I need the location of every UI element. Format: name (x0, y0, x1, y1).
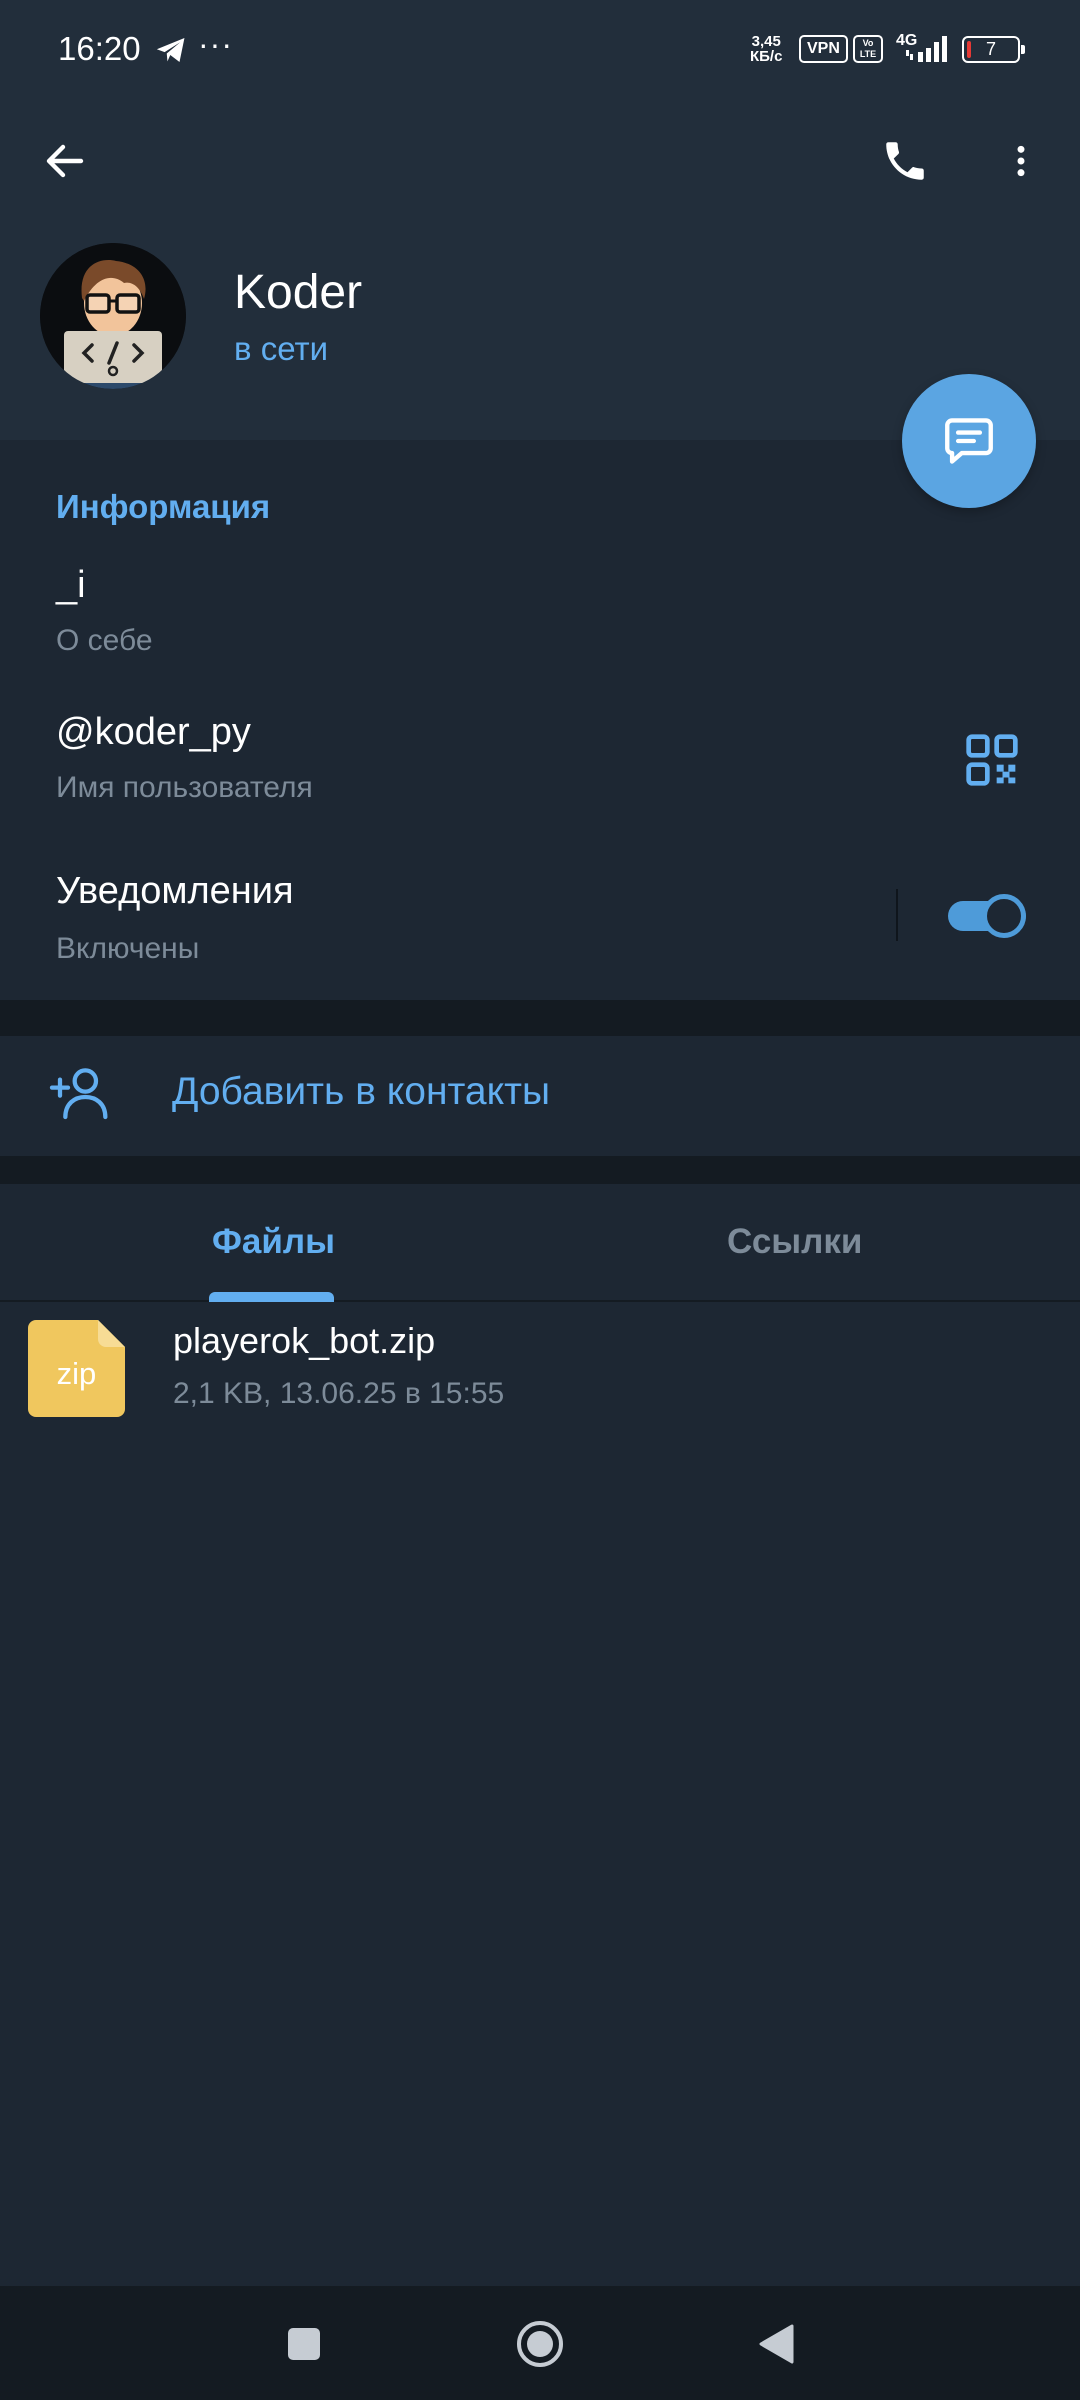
more-options-button[interactable] (986, 126, 1056, 196)
phone-icon (886, 142, 924, 180)
section-separator (0, 1000, 1080, 1036)
profile-screen: 16:20 ··· 3,45 КБ/с VPN Vo LTE 4G 7 Kode… (0, 0, 1080, 2400)
file-meta: 2,1 KB, 13.06.25 в 15:55 (173, 1377, 505, 1410)
bio-value[interactable]: _i (56, 564, 86, 607)
file-name[interactable]: playerok_bot.zip (173, 1320, 435, 1362)
call-button[interactable] (870, 126, 940, 196)
arrow-left-icon (46, 144, 84, 178)
notifications-label[interactable]: Уведомления (56, 870, 294, 913)
section-separator (0, 1156, 1080, 1184)
file-type-label: zip (56, 1356, 97, 1391)
home-button[interactable] (502, 2306, 578, 2382)
qr-code-icon[interactable] (964, 732, 1020, 788)
status-more-icon: ··· (198, 26, 233, 62)
vpn-badge: VPN (799, 35, 848, 63)
tab-files[interactable]: Файлы (212, 1222, 335, 1262)
network-speed-value: 3,45 (751, 33, 781, 50)
notifications-divider (896, 889, 898, 941)
active-tab-indicator (209, 1292, 334, 1302)
network-speed-unit: КБ/с (750, 48, 783, 65)
signal-icon (906, 36, 947, 62)
network-speed: 3,45 КБ/с (750, 34, 782, 64)
add-user-icon (49, 1068, 108, 1120)
back-button[interactable] (30, 126, 100, 196)
status-bar: 16:20 ··· 3,45 КБ/с VPN Vo LTE 4G 7 (0, 0, 1080, 100)
notifications-caption: Включены (56, 932, 200, 965)
dots-vertical-icon (1017, 145, 1025, 177)
send-message-button[interactable] (902, 374, 1036, 508)
battery-level: 7 (985, 39, 996, 59)
volte-top: Vo (862, 38, 874, 48)
info-section-title: Информация (56, 488, 271, 525)
online-status: в сети (234, 330, 329, 367)
volte-bottom: LTE (859, 49, 877, 59)
message-icon (945, 418, 993, 464)
square-icon (288, 2328, 320, 2360)
circle-icon (517, 2321, 563, 2367)
triangle-back-icon (759, 2324, 794, 2364)
add-contact-label: Добавить в контакты (172, 1070, 550, 1113)
status-time: 16:20 (58, 30, 141, 67)
media-tabs (0, 1184, 1080, 1302)
recents-button[interactable] (266, 2306, 342, 2382)
coder-avatar-icon (40, 243, 186, 389)
notifications-toggle[interactable] (948, 893, 1028, 939)
avatar[interactable] (40, 243, 186, 389)
bio-caption: О себе (56, 624, 153, 657)
profile-name: Koder (234, 266, 363, 319)
volte-badge: Vo LTE (853, 35, 883, 63)
tab-links[interactable]: Ссылки (727, 1222, 862, 1262)
username-caption: Имя пользователя (56, 771, 313, 804)
nav-back-button[interactable] (738, 2306, 814, 2382)
telegram-icon (156, 37, 185, 63)
battery-icon: 7 (962, 36, 1025, 63)
username-value[interactable]: @koder_py (56, 711, 251, 754)
